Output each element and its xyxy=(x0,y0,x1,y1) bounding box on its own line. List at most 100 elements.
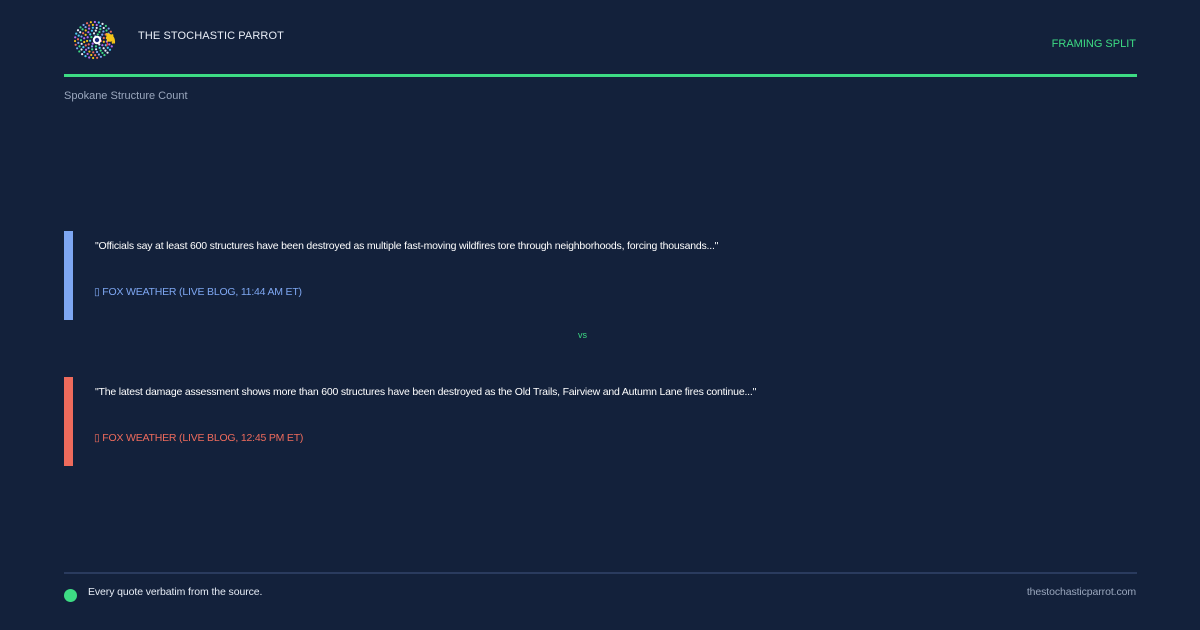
logo-dot xyxy=(91,48,94,51)
logo-dot xyxy=(84,25,87,29)
logo-dot xyxy=(102,47,105,50)
logo-dot xyxy=(82,32,85,35)
logo-dot xyxy=(101,22,104,25)
logo-dot xyxy=(90,29,94,32)
logo-dot xyxy=(104,24,107,27)
footer-divider xyxy=(64,572,1137,574)
logo-dot xyxy=(76,29,80,32)
logo-dot xyxy=(110,45,113,48)
logo-dot xyxy=(99,49,102,52)
logo-dot xyxy=(105,29,108,32)
logo-dot xyxy=(108,48,112,51)
logo-dot xyxy=(87,31,90,34)
quote-source: ▯ FOX WEATHER (LIVE BLOG, 11:44 AM ET) xyxy=(94,286,302,298)
share-card: THE STOCHASTIC PARROT FRAMING SPLIT Spok… xyxy=(0,0,1200,630)
logo-dot xyxy=(87,27,91,30)
logo-dot xyxy=(85,39,89,43)
logo-dot xyxy=(106,46,109,49)
logo-dot xyxy=(85,22,89,25)
logo-dot xyxy=(89,33,92,36)
quote-accent-bar xyxy=(64,377,73,466)
logo-dot xyxy=(80,42,83,45)
logo-dot xyxy=(79,31,82,34)
logo-dot xyxy=(83,37,86,40)
logo-dot xyxy=(83,50,86,54)
logo-dot xyxy=(107,27,110,30)
logo-dot xyxy=(94,29,97,32)
logo-dot xyxy=(90,36,93,39)
logo-dot xyxy=(75,32,78,35)
logo-dot xyxy=(79,26,82,29)
logo-dot xyxy=(95,23,98,27)
quote-accent-bar xyxy=(64,231,73,320)
logo-dot xyxy=(95,50,99,54)
logo-dot xyxy=(88,39,92,42)
logo-dot xyxy=(73,39,77,43)
quote-source: ▯ FOX WEATHER (LIVE BLOG, 12:45 PM ET) xyxy=(94,432,304,444)
logo-dot xyxy=(103,53,106,57)
logo-dot xyxy=(84,33,87,36)
logo-dot xyxy=(94,54,97,57)
logo-dot xyxy=(91,26,94,29)
logo-dot xyxy=(86,52,89,56)
logo-dot xyxy=(99,55,103,58)
logo-dot xyxy=(84,55,87,58)
logo-dot xyxy=(101,44,104,47)
logo-dot xyxy=(89,21,92,24)
logo-dot xyxy=(76,47,79,50)
logo-dot xyxy=(94,48,98,51)
story-subtitle: Spokane Structure Count xyxy=(64,90,188,102)
logo-dot xyxy=(88,50,91,53)
logo-dot xyxy=(90,45,94,48)
logo-dot xyxy=(74,36,77,39)
logo-dot xyxy=(98,46,101,49)
logo-dot xyxy=(78,50,81,53)
header-divider xyxy=(64,74,1137,77)
quote-block-first: "Officials say at least 600 structures h… xyxy=(64,231,1137,320)
status-dot-icon xyxy=(64,589,77,602)
logo-dot xyxy=(84,48,88,51)
logo-dot xyxy=(101,33,104,36)
logo-dot xyxy=(87,43,90,46)
logo-dot xyxy=(82,46,85,49)
logo-dot xyxy=(99,28,102,31)
logo-dot xyxy=(108,43,111,46)
site-url[interactable]: thestochasticparrot.com xyxy=(1027,586,1136,598)
logo-dot xyxy=(86,36,89,39)
logo-dot xyxy=(74,43,77,46)
parrot-logo-icon xyxy=(73,20,116,60)
logo-dot xyxy=(97,21,100,24)
logo-dot xyxy=(92,56,95,60)
footer-note: Every quote verbatim from the source. xyxy=(88,586,263,598)
logo-dot xyxy=(79,39,83,42)
logo-dot xyxy=(94,45,98,48)
logo-dot xyxy=(87,24,91,27)
logo-dot xyxy=(101,51,104,55)
logo-dot xyxy=(80,35,83,38)
logo-dot xyxy=(106,51,109,54)
logo-dot xyxy=(99,24,102,28)
logo-dot xyxy=(95,26,98,30)
logo-dot xyxy=(91,23,94,26)
framing-tag: FRAMING SPLIT xyxy=(1051,38,1136,50)
logo-dot xyxy=(102,36,105,40)
logo-dot xyxy=(96,56,99,59)
versus-label: vs xyxy=(578,330,587,340)
logo-dot xyxy=(98,30,101,34)
logo-dot xyxy=(82,23,85,27)
logo-dot xyxy=(102,30,105,33)
logo-dot xyxy=(96,33,99,36)
quote-text: "The latest damage assessment shows more… xyxy=(95,386,757,398)
logo-dot xyxy=(80,48,83,51)
logo-dot xyxy=(87,46,90,50)
logo-dot xyxy=(91,42,94,45)
logo-dot xyxy=(83,40,86,44)
quote-text: "Officials say at least 600 structures h… xyxy=(95,240,719,252)
logo-dot xyxy=(93,20,96,24)
logo-dot xyxy=(77,41,80,44)
logo-dot xyxy=(78,45,81,48)
logo-dot xyxy=(109,30,112,33)
logo-dot xyxy=(90,53,93,57)
logo-dot xyxy=(77,34,80,37)
logo-dot xyxy=(92,32,96,35)
